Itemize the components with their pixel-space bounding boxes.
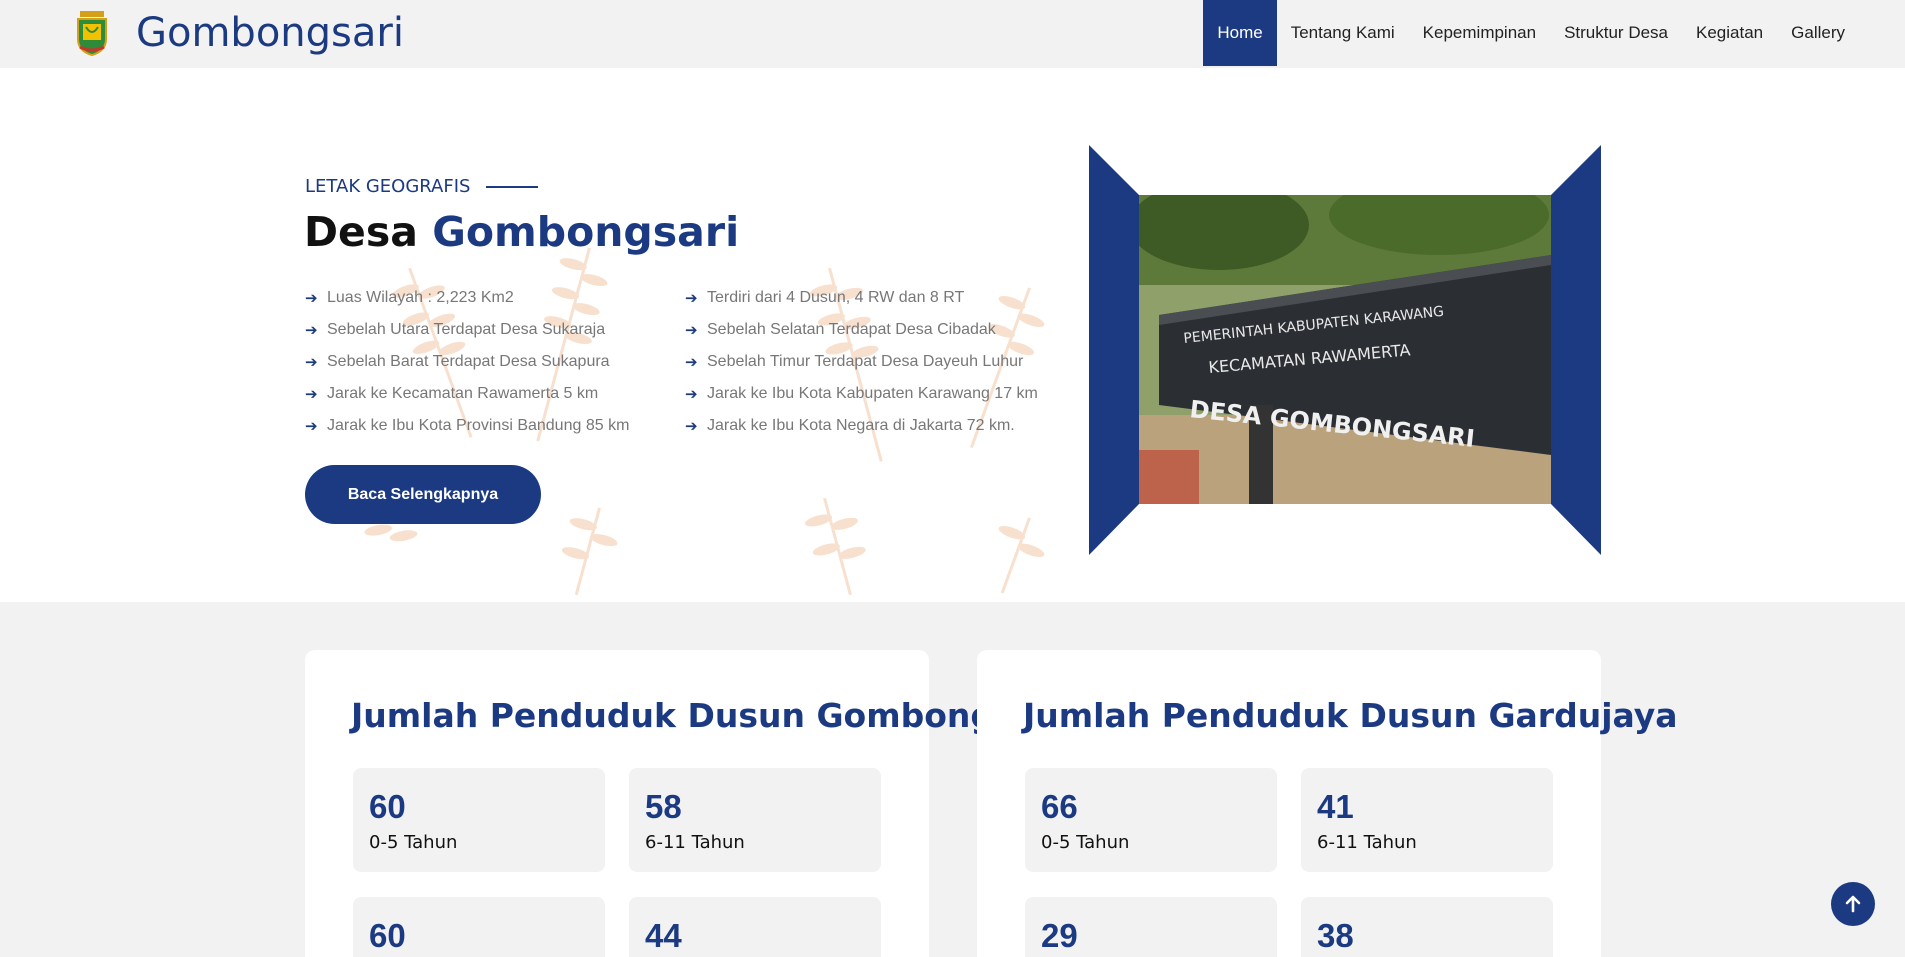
stat-value: 58 [645, 788, 682, 825]
list-item: ➔ Sebelah Selatan Terdapat Desa Cibadak [685, 314, 1038, 346]
arrow-right-icon: ➔ [685, 386, 698, 403]
fact-text: Sebelah Timur Terdapat Desa Dayeuh Luhur [707, 353, 1024, 370]
fact-text: Terdiri dari 4 Dusun, 4 RW dan 8 RT [707, 289, 965, 306]
back-to-top-button[interactable] [1831, 882, 1875, 926]
stat-tile: 58 6-11 Tahun [629, 768, 881, 872]
list-item: ➔ Jarak ke Ibu Kota Negara di Jakarta 72 … [685, 410, 1038, 442]
fact-text: Sebelah Utara Terdapat Desa Sukaraja [327, 321, 606, 338]
stat-tile: 38 [1301, 897, 1553, 957]
brand-name: Gombongsari [136, 10, 404, 56]
arrow-right-icon: ➔ [685, 418, 698, 435]
stat-label: 6-11 Tahun [645, 832, 745, 853]
hero-title: Desa Gombongsari [304, 208, 739, 256]
list-item: ➔ Jarak ke Ibu Kota Kabupaten Karawang 17… [685, 378, 1038, 410]
stat-value: 44 [645, 917, 682, 954]
section-eyebrow: LETAK GEOGRAFIS [305, 176, 539, 197]
facts-list-right: ➔ Terdiri dari 4 Dusun, 4 RW dan 8 RT ➔ Se… [685, 282, 1038, 442]
fact-text: Sebelah Barat Terdapat Desa Sukapura [327, 353, 610, 370]
nav-home[interactable]: Home [1203, 0, 1277, 66]
stat-value: 60 [369, 917, 406, 954]
eyebrow-text: LETAK GEOGRAFIS [305, 176, 471, 197]
stat-label: 0-5 Tahun [369, 832, 458, 853]
arrow-right-icon: ➔ [685, 290, 698, 307]
stat-label: 6-11 Tahun [1317, 832, 1417, 853]
population-card-gombong: Jumlah Penduduk Dusun Gombong 60 0-5 Tah… [305, 650, 994, 957]
stat-value: 60 [369, 788, 406, 825]
arrow-right-icon: ➔ [305, 322, 318, 339]
hero-title-main: Desa [304, 208, 433, 256]
fact-text: Jarak ke Ibu Kota Provinsi Bandung 85 km [327, 417, 630, 434]
crest-logo-icon [77, 11, 107, 57]
hero-section: LETAK GEOGRAFIS Desa Gombongsari ➔ Luas W… [0, 68, 1905, 602]
arrow-up-icon [1845, 895, 1861, 913]
nav-kepemimpinan[interactable]: Kepemimpinan [1409, 0, 1550, 66]
stat-label: 0-5 Tahun [1041, 832, 1130, 853]
list-item: ➔ Jarak ke Ibu Kota Provinsi Bandung 85 k… [305, 410, 629, 442]
navbar: Gombongsari Home Tentang Kami Kepemimpin… [0, 0, 1905, 68]
nav-tentang-kami[interactable]: Tentang Kami [1277, 0, 1409, 66]
village-sign-image: PEMERINTAH KABUPATEN KARAWANG KECAMATAN … [1139, 195, 1551, 504]
fact-text: Luas Wilayah : 2,223 Km2 [327, 289, 514, 306]
village-sign-photo: PEMERINTAH KABUPATEN KARAWANG KECAMATAN … [1139, 195, 1551, 504]
list-item: ➔ Jarak ke Kecamatan Rawamerta 5 km [305, 378, 629, 410]
arrow-right-icon: ➔ [305, 418, 318, 435]
arrow-right-icon: ➔ [685, 322, 698, 339]
list-item: ➔ Sebelah Utara Terdapat Desa Sukaraja [305, 314, 629, 346]
arrow-right-icon: ➔ [305, 354, 318, 371]
list-item: ➔ Sebelah Barat Terdapat Desa Sukapura [305, 346, 629, 378]
arrow-right-icon: ➔ [305, 386, 318, 403]
nav-gallery[interactable]: Gallery [1777, 0, 1859, 66]
fact-text: Jarak ke Ibu Kota Kabupaten Karawang 17 … [707, 385, 1038, 402]
stat-value: 41 [1317, 788, 1354, 825]
brand-link[interactable]: Gombongsari [74, 9, 404, 57]
stat-value: 29 [1041, 917, 1078, 954]
facts-list-left: ➔ Luas Wilayah : 2,223 Km2 ➔ Sebelah Utara… [305, 282, 629, 442]
stat-tile: 60 [353, 897, 605, 957]
list-item: ➔ Terdiri dari 4 Dusun, 4 RW dan 8 RT [685, 282, 1038, 314]
stat-tile: 66 0-5 Tahun [1025, 768, 1277, 872]
hero-title-accent: Gombongsari [432, 208, 740, 256]
fact-text: Jarak ke Kecamatan Rawamerta 5 km [327, 385, 599, 402]
population-card-gardujaya: Jumlah Penduduk Dusun Gardujaya 66 0-5 T… [977, 650, 1678, 957]
stat-value: 38 [1317, 917, 1354, 954]
population-section: Jumlah Penduduk Dusun Gombong 60 0-5 Tah… [0, 602, 1905, 957]
main-nav: Home Tentang Kami Kepemimpinan Struktur … [1203, 0, 1859, 66]
fact-text: Sebelah Selatan Terdapat Desa Cibadak [707, 321, 996, 338]
card-title: Jumlah Penduduk Dusun Gombong [351, 696, 995, 735]
read-more-button[interactable]: Baca Selengkapnya [305, 465, 541, 524]
stat-value: 66 [1041, 788, 1078, 825]
eyebrow-divider [486, 185, 539, 188]
arrow-right-icon: ➔ [685, 354, 698, 371]
list-item: ➔ Sebelah Timur Terdapat Desa Dayeuh Luhu… [685, 346, 1038, 378]
nav-kegiatan[interactable]: Kegiatan [1682, 0, 1777, 66]
fact-text: Jarak ke Ibu Kota Negara di Jakarta 72 k… [707, 417, 1015, 434]
arrow-right-icon: ➔ [305, 290, 318, 307]
nav-struktur-desa[interactable]: Struktur Desa [1550, 0, 1682, 66]
list-item: ➔ Luas Wilayah : 2,223 Km2 [305, 282, 629, 314]
card-title: Jumlah Penduduk Dusun Gardujaya [1023, 696, 1678, 735]
hero-image-frame: PEMERINTAH KABUPATEN KARAWANG KECAMATAN … [1089, 145, 1601, 555]
stat-tile: 29 [1025, 897, 1277, 957]
stat-tile: 44 [629, 897, 881, 957]
stat-tile: 60 0-5 Tahun [353, 768, 605, 872]
stat-tile: 41 6-11 Tahun [1301, 768, 1553, 872]
